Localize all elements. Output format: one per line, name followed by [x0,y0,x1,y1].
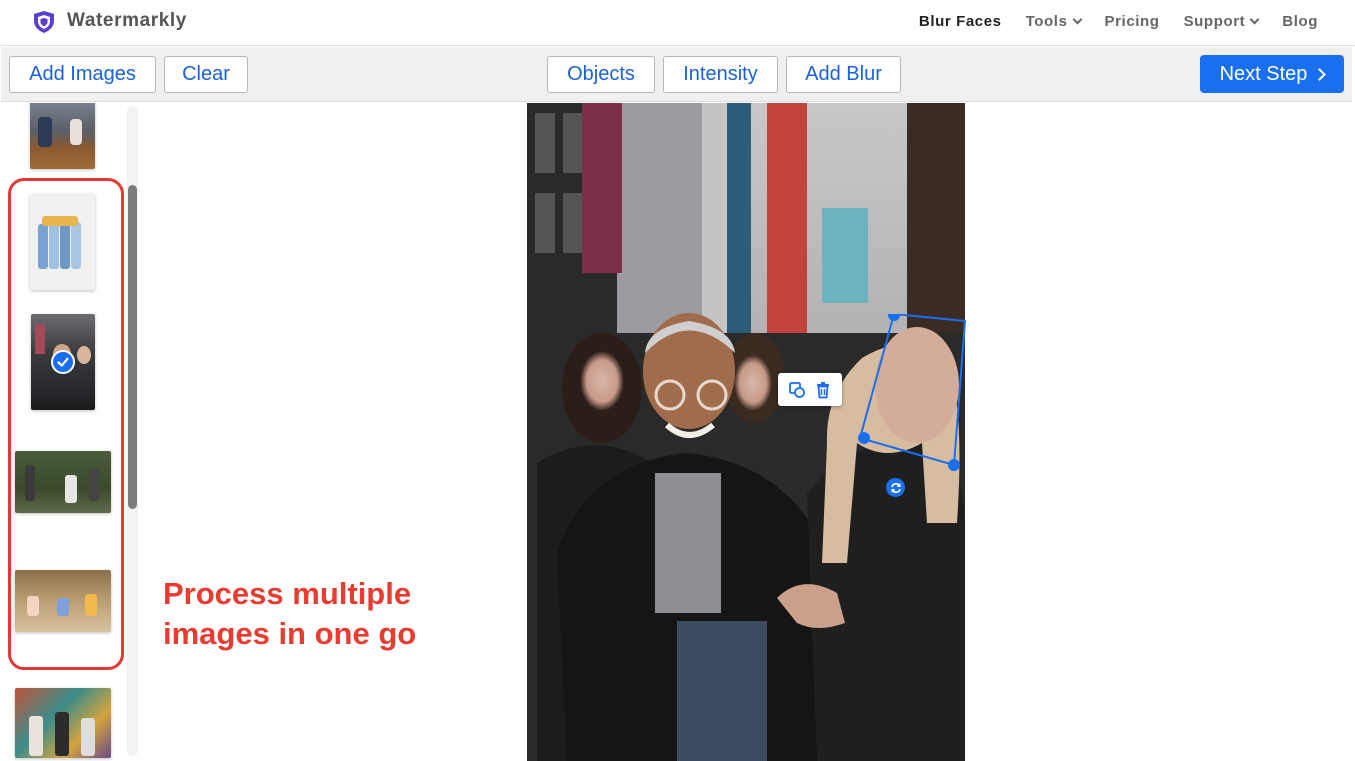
next-step-button[interactable]: Next Step [1200,55,1344,93]
nav-tools[interactable]: Tools [1025,13,1082,30]
nav-pricing-label: Pricing [1104,13,1160,30]
image-thumbnail[interactable] [30,103,95,169]
objects-button[interactable]: Objects [547,56,655,93]
nav-blog[interactable]: Blog [1282,13,1318,30]
rotate-handle[interactable] [886,478,905,497]
annotation-line-2: images in one go [163,616,417,651]
selection-context-menu [778,373,842,406]
duplicate-icon[interactable] [788,381,806,399]
annotation-text: Process multiple images in one go [163,574,416,654]
top-navigation: Watermarkly Blur Faces Tools Pricing Sup… [0,0,1355,46]
nav-blur-faces-label: Blur Faces [918,13,1002,30]
annotation-line-1: Process multiple [163,576,412,611]
intensity-button[interactable]: Intensity [663,56,778,93]
chevron-down-icon [1249,14,1260,24]
chevron-right-icon [1313,67,1327,81]
nav-links: Blur Faces Tools Pricing Support Blog [895,13,1318,30]
shield-logo-icon[interactable] [33,10,55,34]
clear-button[interactable]: Clear [164,56,248,93]
editor-toolbar: Add Images Clear Objects Intensity Add B… [1,47,1352,102]
checkmark-icon [51,350,75,374]
image-thumbnail[interactable] [15,688,111,758]
chevron-down-icon [1072,14,1082,24]
nav-blur-faces[interactable]: Blur Faces [919,13,1002,30]
rotate-icon [890,482,901,493]
highlight-outline [8,178,124,670]
nav-tools-label: Tools [1025,13,1068,30]
trash-icon[interactable] [814,381,832,399]
brand-name[interactable]: Watermarkly [67,10,187,32]
nav-support[interactable]: Support [1183,13,1260,30]
next-step-label: Next Step [1219,62,1308,85]
blur-selection-box[interactable] [858,314,978,474]
nav-blog-label: Blog [1282,13,1318,30]
nav-support-label: Support [1183,13,1246,30]
add-blur-button[interactable]: Add Blur [786,56,901,93]
sidebar-scrollbar-thumb[interactable] [128,185,137,509]
add-images-button[interactable]: Add Images [9,56,156,93]
nav-pricing[interactable]: Pricing [1105,13,1160,30]
